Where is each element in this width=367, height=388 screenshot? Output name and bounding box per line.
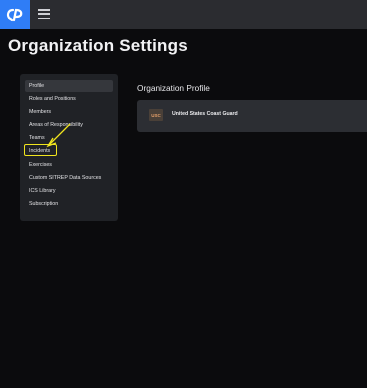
organization-card[interactable]: USC United States Coast Guard (137, 100, 367, 132)
sidebar-item-label: Areas of Responsibility (29, 122, 83, 129)
sidebar-item-exercises[interactable]: Exercises (25, 159, 113, 171)
sidebar-item-teams[interactable]: Teams (25, 132, 113, 144)
settings-sidebar: Profile Roles and Positions Members Area… (20, 74, 118, 221)
sidebar-item-profile[interactable]: Profile (25, 80, 113, 92)
sidebar-item-roles-and-positions[interactable]: Roles and Positions (25, 93, 113, 105)
highlight-box (24, 144, 57, 157)
organization-name: United States Coast Guard (172, 111, 238, 117)
sidebar-item-label: Roles and Positions (29, 96, 76, 103)
top-bar (0, 0, 367, 29)
sidebar-item-label: ICS Library (29, 187, 56, 194)
page-title: Organization Settings (8, 36, 188, 55)
sidebar-item-areas-of-responsibility[interactable]: Areas of Responsibility (25, 119, 113, 131)
sidebar-item-members[interactable]: Members (25, 106, 113, 118)
settings-nav: Profile Roles and Positions Members Area… (24, 80, 113, 211)
sidebar-item-label: Members (29, 109, 52, 116)
sidebar-item-label: Profile (29, 83, 45, 89)
organization-badge: USC (149, 109, 163, 121)
sidebar-item-ics-library[interactable]: ICS Library (25, 185, 113, 197)
sidebar-item-incidents[interactable]: Incidents (24, 144, 113, 157)
hamburger-menu-icon[interactable] (38, 9, 50, 19)
brand-logo-icon[interactable] (0, 0, 30, 29)
sidebar-item-label: Subscription (29, 200, 59, 207)
sidebar-item-subscription[interactable]: Subscription (25, 198, 113, 210)
sidebar-item-label: Teams (29, 135, 45, 142)
sidebar-item-label: Custom SITREP Data Sources (29, 174, 102, 181)
sidebar-item-custom-sitrep-data-sources[interactable]: Custom SITREP Data Sources (25, 172, 113, 184)
section-title: Organization Profile (137, 83, 210, 93)
sidebar-item-label: Exercises (29, 161, 52, 168)
